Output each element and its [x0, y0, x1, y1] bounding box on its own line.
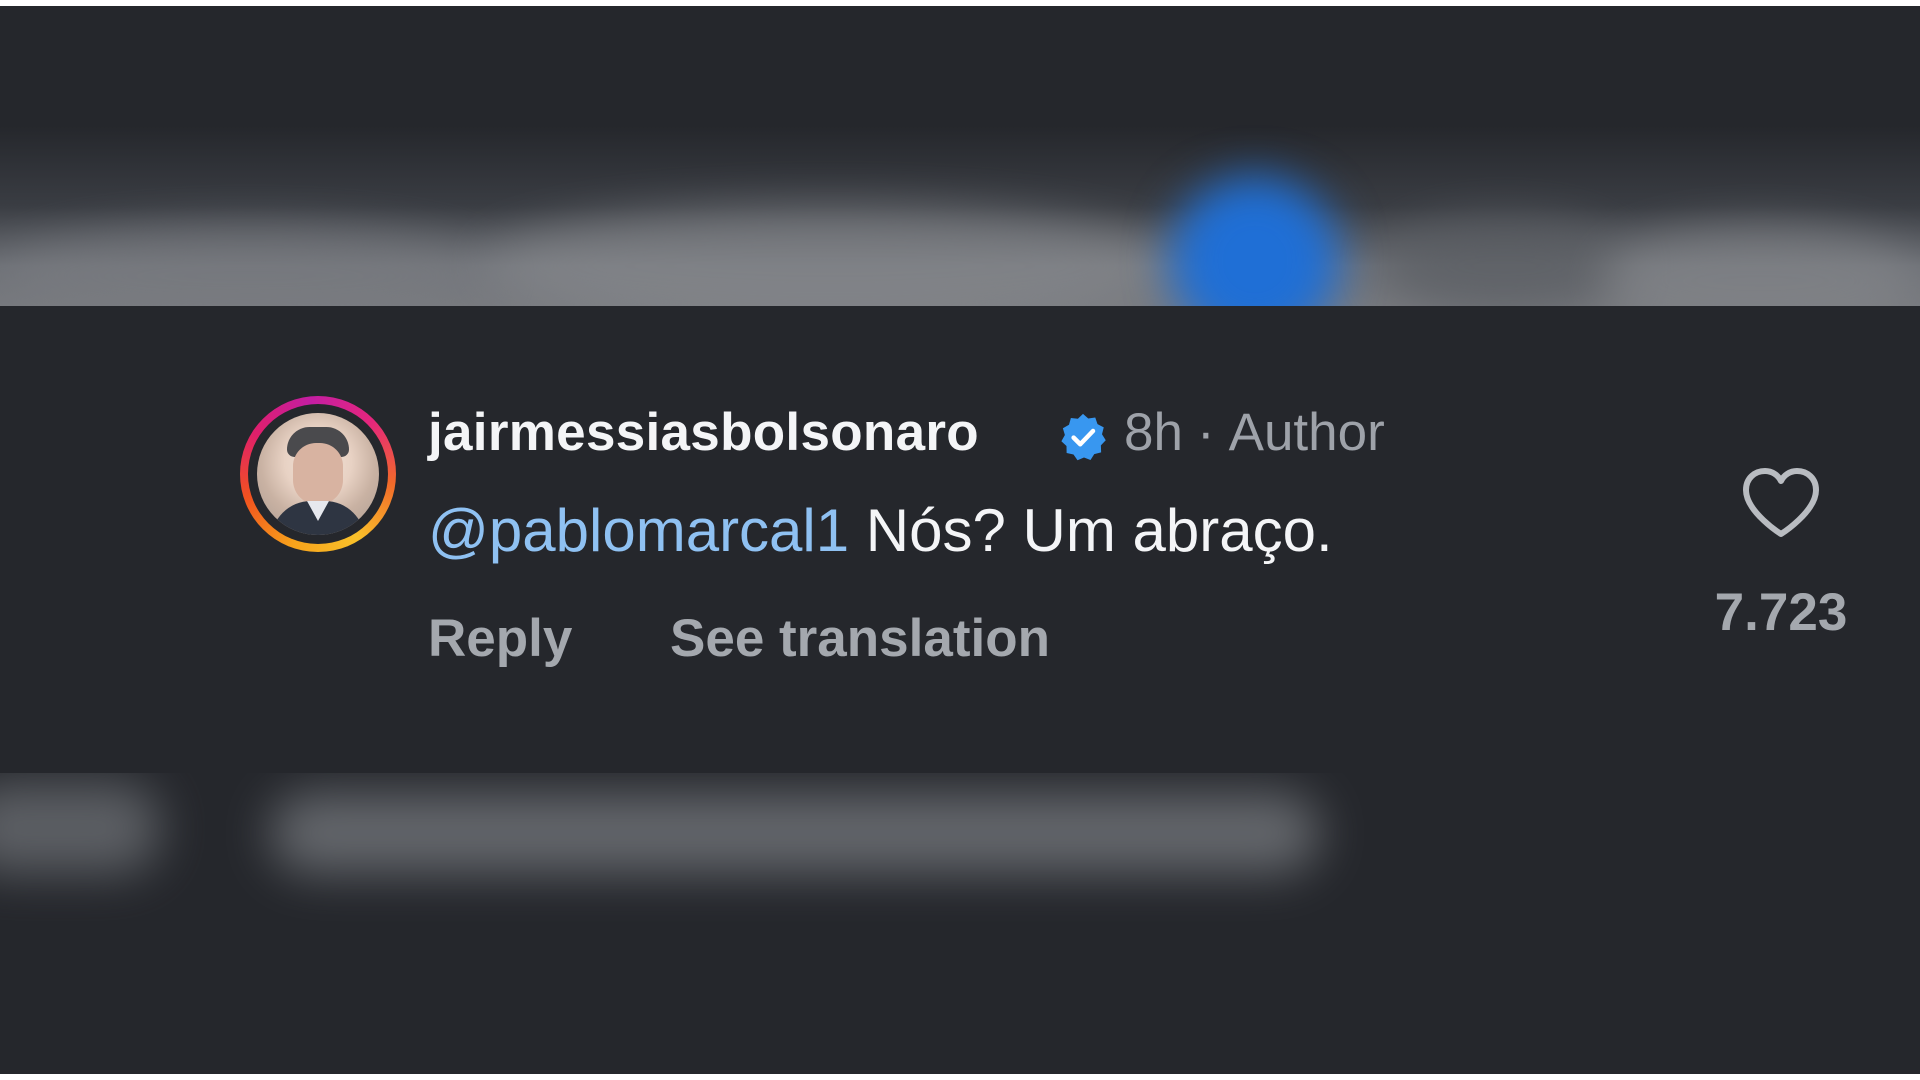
blurred-next-comment — [0, 773, 1920, 1074]
screenshot-frame: jairmessiasbolsonaro 8h · Author @pablomar… — [0, 6, 1920, 1074]
comment-meta: 8h · Author — [1124, 402, 1385, 463]
author-label: Author — [1228, 403, 1385, 462]
like-count: 7.723 — [1714, 583, 1848, 642]
avatar — [257, 413, 379, 535]
meta-separator: · — [1196, 403, 1215, 462]
comment-body: @pablomarcal1 Nós? Um abraço. — [428, 496, 1333, 565]
comment-text: Nós? Um abraço. — [865, 497, 1333, 564]
reply-button[interactable]: Reply — [428, 608, 572, 669]
comment-time: 8h — [1124, 403, 1183, 462]
mention-link[interactable]: @pablomarcal1 — [428, 497, 849, 564]
comment-item: jairmessiasbolsonaro 8h · Author @pablomar… — [0, 306, 1920, 773]
blurred-previous-comment — [0, 6, 1920, 306]
see-translation-button[interactable]: See translation — [670, 608, 1050, 669]
verified-badge-icon — [1061, 413, 1106, 461]
comment-username[interactable]: jairmessiasbolsonaro — [428, 402, 979, 463]
avatar-story-ring[interactable] — [240, 396, 396, 552]
heart-outline-icon[interactable] — [1740, 466, 1822, 540]
